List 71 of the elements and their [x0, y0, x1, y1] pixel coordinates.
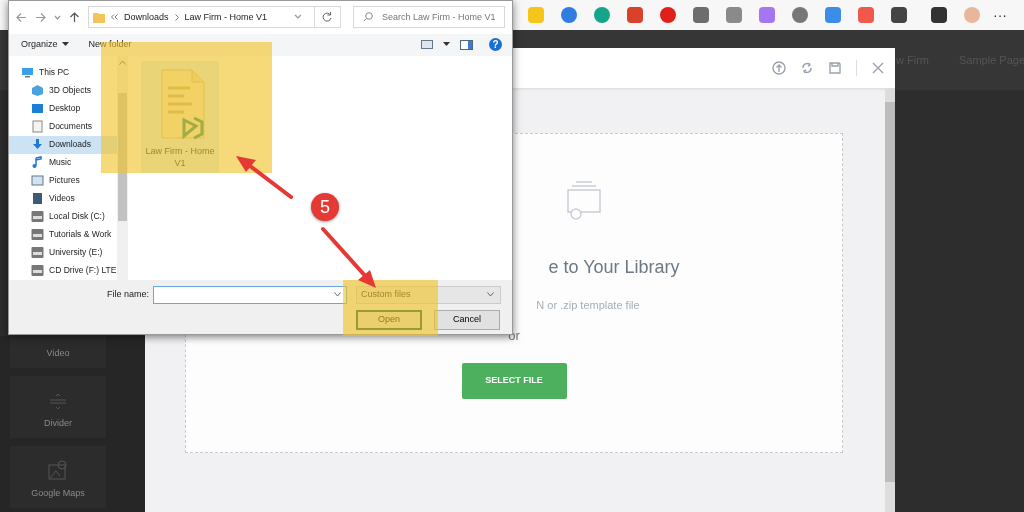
widget-tile[interactable]: Video — [10, 336, 106, 368]
nav-item[interactable]: Local Disk (C:) — [9, 207, 117, 226]
extension-icon[interactable] — [931, 7, 947, 23]
close-icon[interactable] — [871, 61, 885, 75]
more-menu[interactable]: ··· — [993, 4, 1007, 26]
drive-icon — [31, 264, 44, 277]
computer-icon — [21, 66, 34, 79]
map-icon — [47, 458, 69, 481]
refresh-icon[interactable] — [321, 11, 333, 24]
nav-item[interactable]: CD Drive (F:) LTE — [9, 261, 117, 280]
extension-icon[interactable] — [660, 7, 676, 23]
nav-item[interactable]: Videos — [9, 189, 117, 208]
upload-heading: e to Your Library — [548, 256, 680, 279]
drive-icon — [31, 210, 44, 223]
arrow — [236, 156, 293, 199]
nav-item[interactable]: Pictures — [9, 171, 117, 190]
file-name-field[interactable] — [153, 285, 348, 304]
up-icon[interactable] — [69, 11, 80, 23]
caret-icon — [61, 42, 69, 48]
search-field[interactable]: Search Law Firm - Home V1 — [353, 6, 505, 29]
view-icon[interactable] — [421, 40, 433, 50]
extension-icon[interactable] — [792, 7, 808, 23]
widget-tile[interactable]: Google Maps — [10, 446, 106, 508]
scrollbar[interactable] — [885, 88, 895, 512]
breadcrumb-item[interactable]: Law Firm - Home V1 — [184, 10, 268, 25]
drive-icon — [31, 246, 44, 259]
help-button[interactable]: ? — [489, 38, 502, 52]
address-bar[interactable]: Downloads Law Firm - Home V1 — [88, 6, 341, 29]
nav-item[interactable]: Tutorials & Work — [9, 225, 117, 244]
search-icon — [363, 12, 373, 23]
extension-icon[interactable] — [594, 7, 610, 23]
music-note-icon — [31, 156, 44, 169]
drive-icon — [31, 228, 44, 241]
cube-icon — [31, 84, 44, 97]
picture-icon — [31, 174, 44, 187]
organize-menu[interactable]: Organize — [21, 37, 58, 52]
preview-pane-icon[interactable] — [460, 39, 473, 50]
file-name-label: File name: — [107, 287, 150, 301]
nav-item[interactable]: Music — [9, 153, 117, 172]
widget-tile[interactable]: Divider — [10, 376, 106, 438]
widget-label: Google Maps — [31, 486, 85, 500]
nav-item[interactable]: Desktop — [9, 99, 117, 118]
dialog-button[interactable]: Cancel — [434, 309, 501, 330]
double-chevron-icon — [111, 14, 118, 21]
back-icon[interactable] — [16, 11, 27, 23]
upload-hint: N or .zip template file — [536, 298, 640, 313]
download-icon — [31, 138, 44, 151]
scroll-up-icon[interactable] — [119, 59, 126, 65]
dropdown-icon — [487, 292, 495, 297]
desktop-icon — [31, 102, 44, 115]
dropdown-icon — [334, 292, 342, 297]
document-icon — [31, 120, 44, 133]
widget-label: Video — [46, 346, 70, 360]
upload-icon[interactable] — [772, 61, 786, 75]
film-icon — [31, 192, 44, 205]
nav-item[interactable]: Downloads — [9, 135, 117, 154]
extension-icon[interactable] — [693, 7, 709, 23]
widget-label: Divider — [44, 416, 72, 430]
nav-item[interactable]: Documents — [9, 117, 117, 136]
breadcrumb-item[interactable]: Downloads — [124, 10, 169, 25]
extension-icon[interactable] — [891, 7, 907, 23]
nav-item[interactable]: 3D Objects — [9, 81, 117, 100]
arrow — [321, 227, 376, 288]
extension-icon[interactable] — [561, 7, 577, 23]
refresh-icon[interactable] — [800, 61, 814, 75]
nav-item[interactable]: University (E:) — [9, 243, 117, 262]
save-icon[interactable] — [828, 61, 842, 75]
nav-item[interactable]: This PC — [9, 63, 117, 82]
forward-icon[interactable] — [35, 11, 46, 23]
chevron-icon[interactable] — [54, 13, 61, 21]
chevron-icon — [174, 13, 179, 21]
